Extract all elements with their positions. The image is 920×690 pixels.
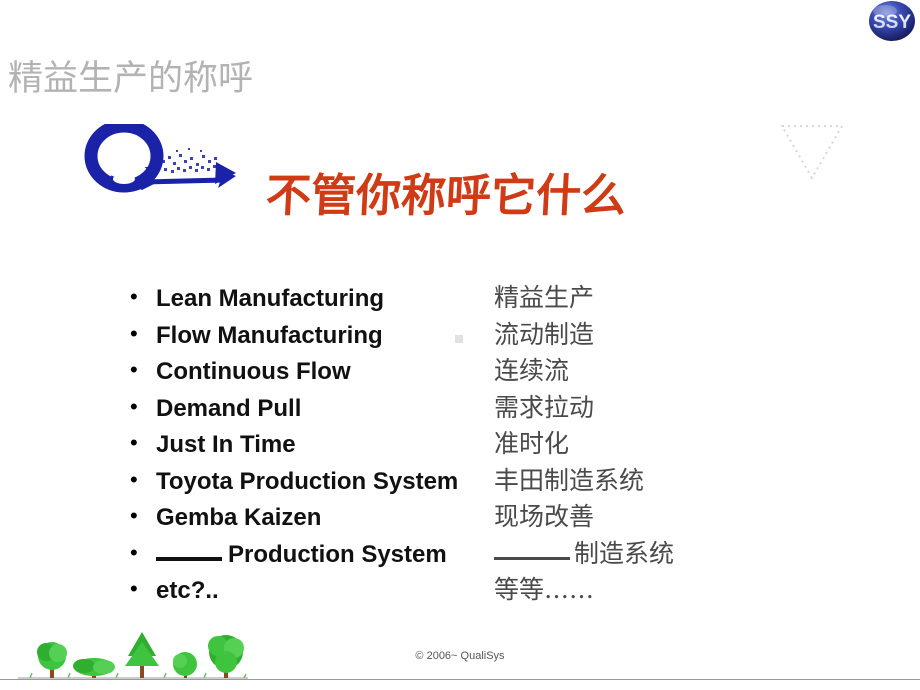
bullet-icon: • bbox=[130, 539, 138, 565]
term-label-zh: 精益生产 bbox=[494, 283, 595, 312]
terminology-list: • Lean Manufacturing 精益生产 • Flow Manufacturi… bbox=[130, 283, 770, 612]
term-label-zh: 准时化 bbox=[494, 429, 570, 458]
term-row: • Lean Manufacturing 精益生产 bbox=[130, 283, 770, 320]
term-label-en: Gemba Kaizen bbox=[156, 504, 322, 531]
qualisys-logo: u bbox=[84, 124, 244, 194]
bullet-icon: • bbox=[130, 320, 138, 346]
bullet-icon: • bbox=[130, 576, 138, 601]
bullet-icon: • bbox=[130, 503, 138, 528]
term-label-en: Production System bbox=[156, 540, 494, 570]
term-label-en: Just In Time bbox=[156, 431, 296, 458]
tree-decoration bbox=[18, 626, 248, 684]
bullet-icon: • bbox=[130, 284, 138, 309]
term-label-en: Flow Manufacturing bbox=[156, 321, 383, 349]
term-label-zh: 需求拉动 bbox=[494, 392, 595, 422]
term-row: • Just In Time 准时化 bbox=[130, 429, 770, 466]
term-label-en: Toyota Production System bbox=[156, 467, 459, 495]
bullet-icon: • bbox=[130, 430, 138, 455]
ssy-logo-text: SSY bbox=[873, 12, 911, 33]
slide-canvas: SSY 精益生产的称呼 u 不管你称呼它什么 • Lean Manufactur… bbox=[0, 0, 920, 690]
term-row: • Flow Manufacturing 流动制造 bbox=[130, 320, 770, 357]
term-row: • Demand Pull 需求拉动 bbox=[130, 393, 770, 430]
bullet-icon: • bbox=[130, 357, 138, 382]
term-row: • Production System 制造系统 bbox=[130, 539, 770, 576]
ghost-triangle-shape bbox=[776, 112, 848, 184]
fill-in-blank-zh bbox=[494, 541, 570, 560]
bullet-icon: • bbox=[130, 393, 138, 419]
term-label-en: Lean Manufacturing bbox=[156, 285, 385, 312]
term-label-en: Demand Pull bbox=[156, 394, 302, 422]
term-row: • etc?.. 等等…… bbox=[130, 575, 770, 612]
term-row: • Continuous Flow 连续流 bbox=[130, 356, 770, 393]
term-label-en-text: Production System bbox=[228, 540, 447, 568]
ssy-logo: SSY bbox=[866, 1, 918, 43]
fill-in-blank-en bbox=[156, 539, 222, 561]
term-label-en: Continuous Flow bbox=[156, 358, 351, 385]
red-headline: 不管你称呼它什么 bbox=[264, 169, 628, 222]
term-label-zh: 连续流 bbox=[494, 356, 570, 385]
term-label-zh: 丰田制造系统 bbox=[494, 465, 645, 495]
term-label-zh-text: 制造系统 bbox=[574, 538, 675, 568]
term-row: • Gemba Kaizen 现场改善 bbox=[130, 502, 770, 539]
term-label-zh: 流动制造 bbox=[494, 319, 595, 349]
term-label-zh: 现场改善 bbox=[494, 502, 595, 531]
term-label-zh: 制造系统 bbox=[494, 539, 770, 569]
term-row: • Toyota Production System 丰田制造系统 bbox=[130, 466, 770, 503]
term-label-zh: 等等…… bbox=[494, 575, 595, 604]
term-label-en: etc?.. bbox=[156, 577, 219, 604]
bullet-icon: • bbox=[130, 466, 138, 492]
page-title: 精益生产的称呼 bbox=[8, 59, 254, 99]
